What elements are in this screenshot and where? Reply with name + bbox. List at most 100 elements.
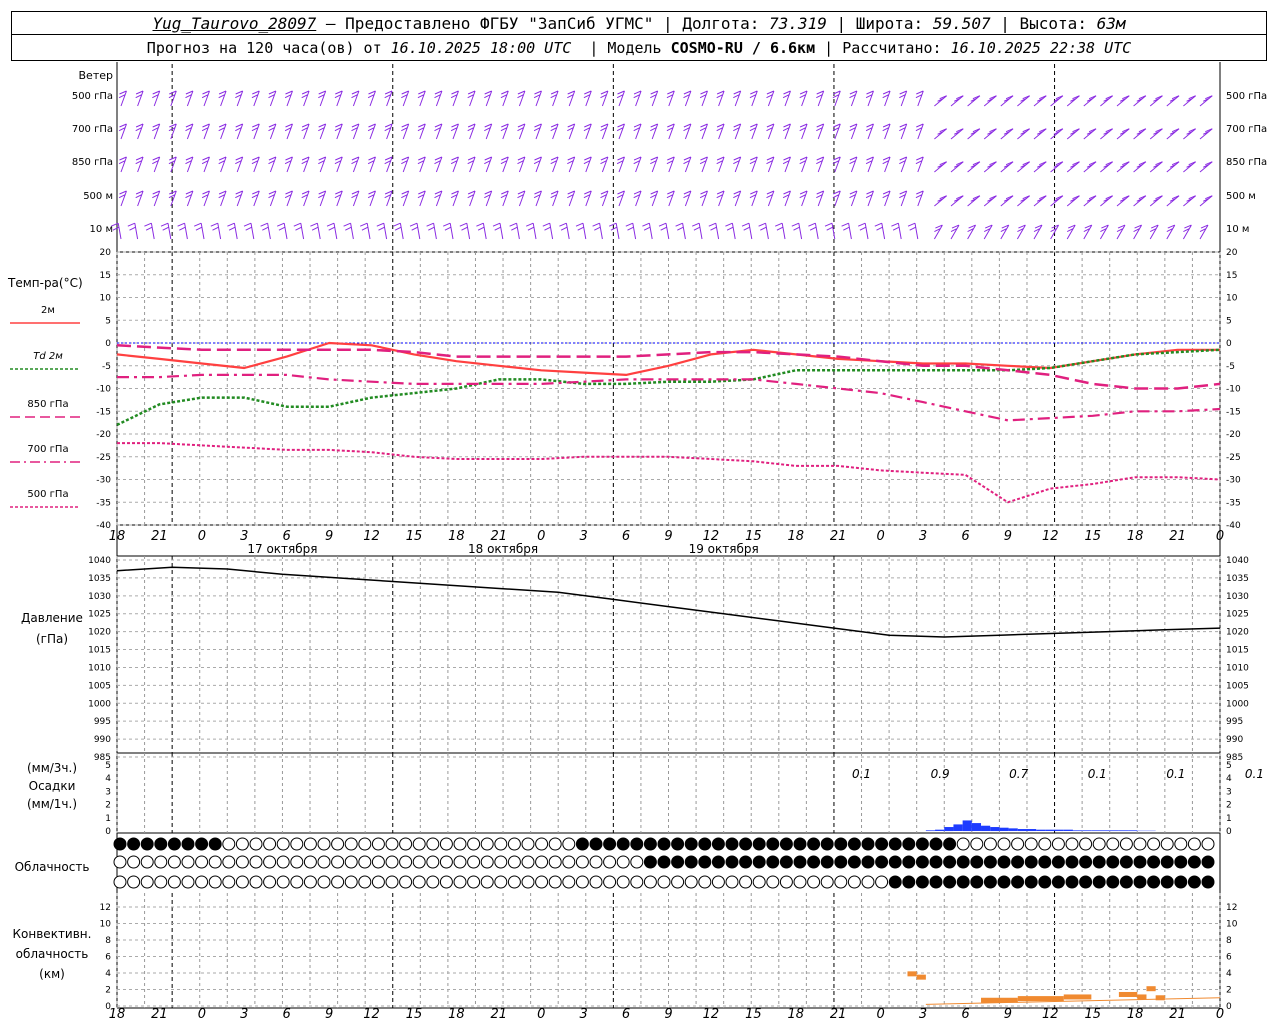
cloud-symbol: [399, 855, 413, 869]
wind-level-label-right: 500 м: [1226, 191, 1256, 202]
wind-barb: [1083, 161, 1097, 173]
cloud-symbol: [1079, 875, 1093, 889]
wind-barb: [401, 90, 410, 107]
wind-level-label: 850 гПа: [72, 157, 113, 168]
cloud-symbol: [235, 837, 249, 851]
precip-bar: [981, 825, 991, 832]
wind-barb: [1183, 195, 1197, 207]
wind-barb: [401, 123, 410, 140]
wind-barb: [899, 123, 908, 140]
cloud-symbol: [1051, 837, 1065, 851]
wind-barb: [650, 190, 659, 207]
cloud-symbol: [616, 837, 630, 851]
precip-bar: [999, 827, 1009, 831]
temp-tick-right: -10: [1226, 385, 1241, 395]
cloud-symbol: [1024, 875, 1038, 889]
cloud-symbol: [983, 875, 997, 889]
wind-barb: [683, 90, 692, 107]
cloud-symbol: [630, 855, 644, 869]
cloud-symbol: [181, 837, 195, 851]
wind-barb: [666, 123, 675, 140]
wind-barb: [384, 190, 393, 207]
cloud-symbol: [249, 855, 263, 869]
cloud-symbol: [1065, 837, 1079, 851]
cloud-symbol: [1187, 875, 1201, 889]
hour-tick-label: 12: [1042, 1007, 1059, 1022]
cloud-symbol: [453, 837, 467, 851]
cloud-symbol: [1011, 855, 1025, 869]
cloud-symbol: [575, 875, 589, 889]
hour-tick-label: 0: [198, 529, 206, 544]
cloud-symbol: [1038, 855, 1052, 869]
cloud-symbol: [1147, 855, 1161, 869]
wind-barb: [967, 128, 981, 140]
wind-barb: [915, 190, 924, 207]
wind-barb: [1116, 95, 1130, 107]
cloud-symbol: [535, 837, 549, 851]
hour-tick-label: 21: [151, 1007, 168, 1022]
wind-barb: [185, 190, 194, 207]
cloud-symbol: [875, 875, 889, 889]
cloud-symbol: [385, 855, 399, 869]
hour-tick-label: 9: [325, 1007, 333, 1022]
wind-barb: [201, 90, 210, 107]
conv-tick-left: 8: [105, 936, 111, 946]
cloud-symbol: [1201, 837, 1215, 851]
wind-barb: [692, 222, 703, 240]
wind-barb: [849, 190, 858, 207]
conv-bar: [916, 974, 926, 980]
wind-barb: [791, 222, 803, 240]
cloud-symbol: [344, 837, 358, 851]
cloud-symbol: [698, 875, 712, 889]
hour-tick-label: 0: [537, 529, 545, 544]
cloud-symbol: [439, 875, 453, 889]
wind-barb: [559, 222, 570, 240]
wind-barb: [144, 222, 155, 240]
wind-barb: [459, 222, 471, 240]
wind-barb: [1066, 195, 1080, 207]
wind-barb: [625, 222, 637, 240]
cloud-symbol: [521, 875, 535, 889]
wind-barb: [1199, 128, 1213, 140]
wind-barb: [517, 190, 526, 207]
wind-barb: [650, 123, 659, 140]
cloud-symbol: [548, 855, 562, 869]
cloud-symbol: [562, 875, 576, 889]
precip-bar: [953, 824, 963, 831]
cloud-symbol: [1147, 837, 1161, 851]
hour-tick-label: 6: [622, 1007, 630, 1022]
wind-barb: [583, 90, 592, 107]
cloud-symbol: [358, 837, 372, 851]
wind-barb: [865, 90, 874, 107]
cloud-symbol: [331, 855, 345, 869]
wind-barb: [1199, 161, 1213, 173]
wind-barb: [824, 222, 836, 240]
conv-tick-right: 10: [1226, 920, 1238, 930]
cloud-symbol: [1174, 875, 1188, 889]
wind-barb: [1133, 95, 1147, 107]
cloud-symbol: [616, 855, 630, 869]
wind-barb: [135, 123, 144, 140]
wind-barb: [766, 156, 775, 173]
wind-barb: [600, 90, 609, 107]
wind-barb: [118, 190, 127, 207]
temp-tick-right: -40: [1226, 521, 1241, 531]
temp-tick-right: 20: [1226, 248, 1238, 258]
cloud-symbol: [834, 855, 848, 869]
cloud-symbol: [1024, 837, 1038, 851]
wind-barb: [326, 222, 338, 240]
wind-barb: [1033, 128, 1047, 140]
wind-barb: [725, 222, 736, 240]
hour-tick-label: 3: [240, 1007, 248, 1022]
cloud-symbol: [344, 855, 358, 869]
wind-barb: [1083, 224, 1093, 240]
cloud-symbol: [521, 837, 535, 851]
wind-barb: [849, 156, 858, 173]
wind-barb: [517, 90, 526, 107]
cloud-symbol: [480, 855, 494, 869]
wind-barb: [633, 190, 642, 207]
cloud-symbol: [861, 837, 875, 851]
wind-level-label-right: 500 гПа: [1226, 91, 1267, 102]
hour-tick-label: 18: [448, 1007, 465, 1022]
temp-tick-left: -15: [96, 407, 111, 417]
